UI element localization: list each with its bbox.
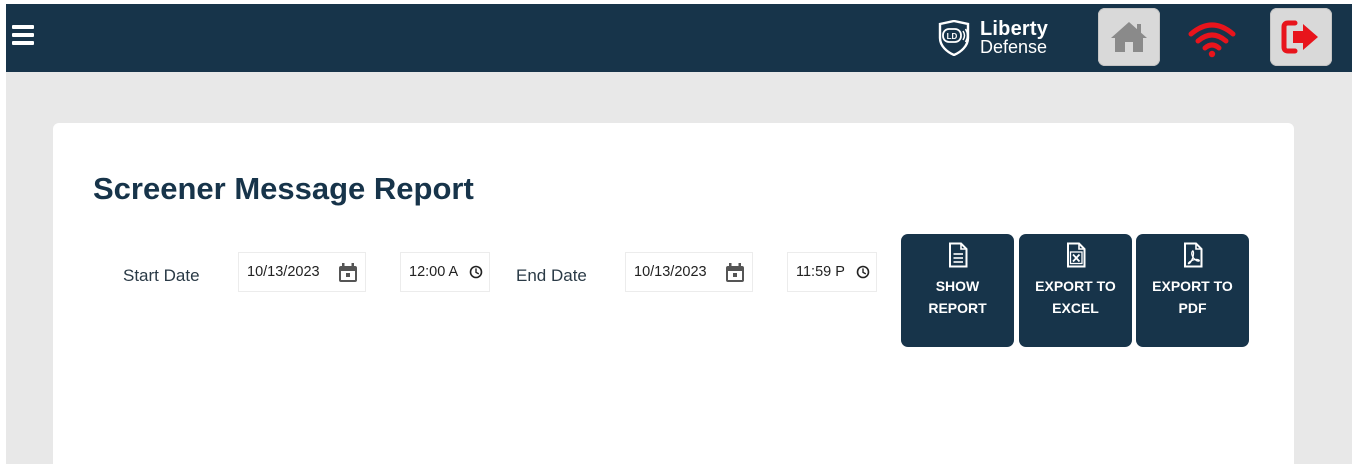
clock-icon[interactable] xyxy=(856,265,870,279)
end-date-input[interactable]: 10/13/2023 xyxy=(625,252,753,292)
pdf-file-icon xyxy=(1183,242,1202,268)
logo-badge-text: LD xyxy=(947,32,958,41)
excel-file-icon xyxy=(1066,242,1085,268)
start-date-value: 10/13/2023 xyxy=(247,264,320,280)
shield-logo-icon: LD xyxy=(938,20,970,56)
export-pdf-button[interactable]: EXPORT TO PDF xyxy=(1136,234,1249,347)
start-time-value: 12:00 A xyxy=(409,264,459,280)
logo-word-liberty: Liberty xyxy=(980,18,1049,40)
brand-logo: LD Liberty Defense xyxy=(934,18,1048,58)
logo-word-defense: Defense xyxy=(980,37,1048,57)
end-time-input[interactable]: 11:59 P xyxy=(787,252,877,292)
start-date-input[interactable]: 10/13/2023 xyxy=(238,252,366,292)
home-icon xyxy=(1111,22,1147,52)
export-excel-button[interactable]: EXPORT TO EXCEL xyxy=(1019,234,1132,347)
clock-icon[interactable] xyxy=(469,265,483,279)
home-button[interactable] xyxy=(1098,8,1160,66)
export-excel-label: EXPORT TO EXCEL xyxy=(1035,278,1116,316)
top-navigation-bar: LD Liberty Defense xyxy=(6,4,1352,72)
calendar-icon[interactable] xyxy=(724,262,746,284)
wifi-icon xyxy=(1188,22,1236,58)
end-date-value: 10/13/2023 xyxy=(634,264,707,280)
show-report-label: SHOW REPORT xyxy=(928,278,987,316)
end-date-label: End Date xyxy=(516,266,587,285)
page-title: Screener Message Report xyxy=(93,171,474,206)
show-report-button[interactable]: SHOW REPORT xyxy=(901,234,1014,347)
start-time-input[interactable]: 12:00 A xyxy=(400,252,490,292)
end-time-value: 11:59 P xyxy=(796,264,845,280)
document-icon xyxy=(948,242,967,268)
calendar-icon[interactable] xyxy=(337,262,359,284)
export-pdf-label: EXPORT TO PDF xyxy=(1152,278,1233,316)
logout-button[interactable] xyxy=(1270,8,1332,66)
start-date-label: Start Date xyxy=(123,266,200,285)
report-card: Screener Message Report Start Date 10/13… xyxy=(53,123,1294,464)
hamburger-menu-icon[interactable] xyxy=(12,25,34,47)
logout-icon xyxy=(1281,20,1318,54)
app-window: LD Liberty Defense Screener Message Repo… xyxy=(6,4,1352,464)
